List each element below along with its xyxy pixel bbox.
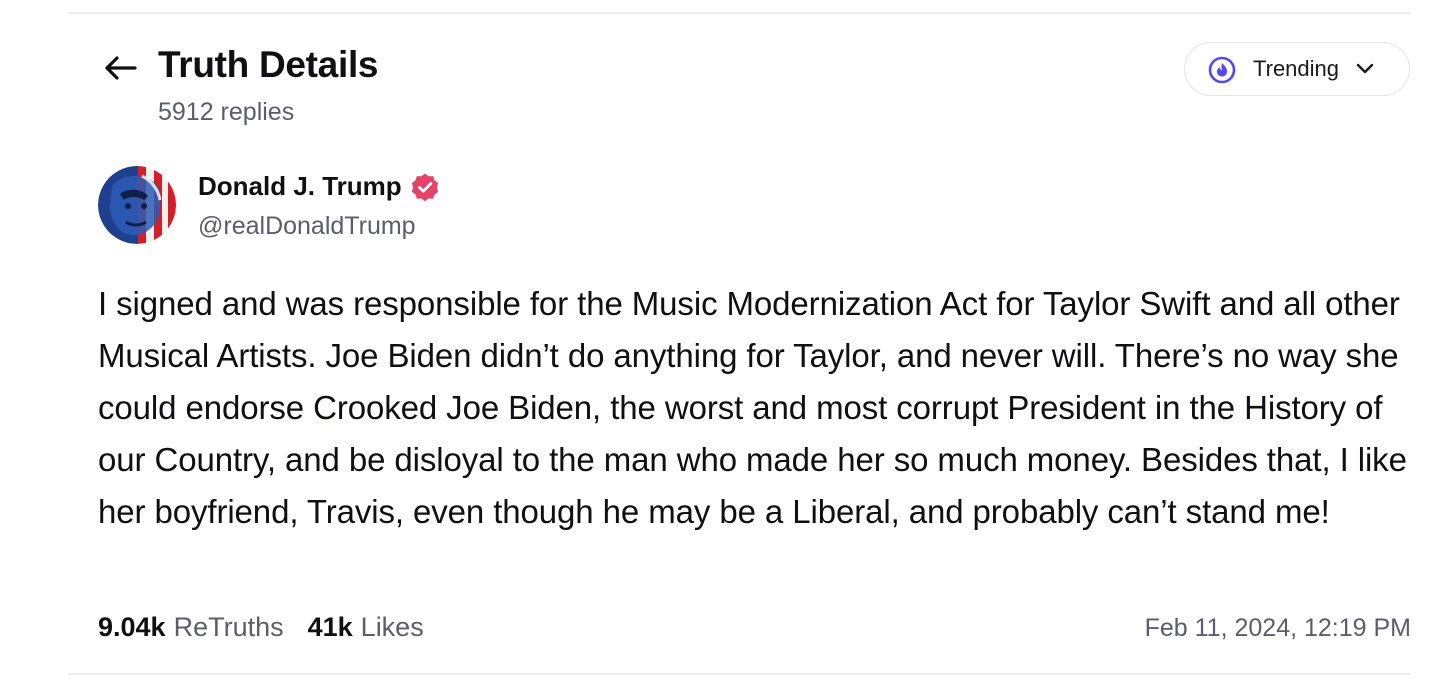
retruths-stat[interactable]: 9.04k ReTruths (98, 612, 284, 643)
bottom-divider (68, 673, 1410, 675)
likes-stat[interactable]: 41k Likes (308, 612, 424, 643)
post-timestamp: Feb 11, 2024, 12:19 PM (1144, 614, 1411, 642)
replies-count: 5912 replies (158, 98, 295, 126)
post-text: I signed and was responsible for the Mus… (98, 285, 1407, 530)
back-button[interactable] (100, 48, 140, 88)
truth-details-page: Truth Details 5912 replies Trending Dona… (0, 0, 1456, 693)
verified-badge-icon (411, 173, 439, 202)
avatar[interactable] (98, 166, 176, 244)
author-name[interactable]: Donald J. Trump (198, 171, 402, 202)
retruths-count: 9.04k (98, 612, 166, 642)
flame-icon (1207, 54, 1237, 84)
sort-dropdown[interactable]: Trending (1184, 42, 1410, 96)
sort-label: Trending (1253, 56, 1340, 81)
arrow-left-icon (105, 56, 137, 80)
top-divider (68, 12, 1410, 14)
retruths-label: ReTruths (173, 612, 284, 642)
post-stats: 9.04k ReTruths 41k Likes (98, 612, 424, 643)
author-handle[interactable]: @realDonaldTrump (198, 212, 416, 241)
chevron-down-icon (1355, 59, 1375, 79)
likes-count: 41k (307, 612, 353, 642)
likes-label: Likes (360, 612, 424, 642)
page-title: Truth Details (158, 44, 379, 85)
